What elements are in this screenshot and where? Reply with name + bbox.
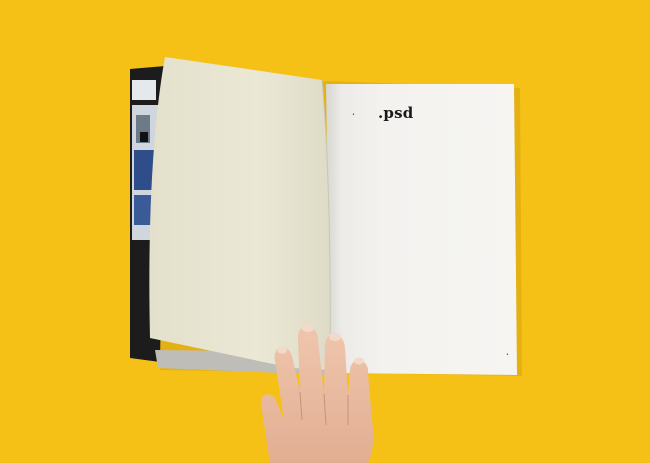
left-page [149, 57, 331, 370]
right-page [326, 84, 517, 375]
photo-scene: .psd • • [0, 0, 650, 463]
page-marker-top: • [352, 112, 355, 118]
page-marker-bottom: • [506, 352, 509, 358]
book-illustration [130, 57, 522, 463]
page-title-text: .psd [378, 104, 414, 122]
